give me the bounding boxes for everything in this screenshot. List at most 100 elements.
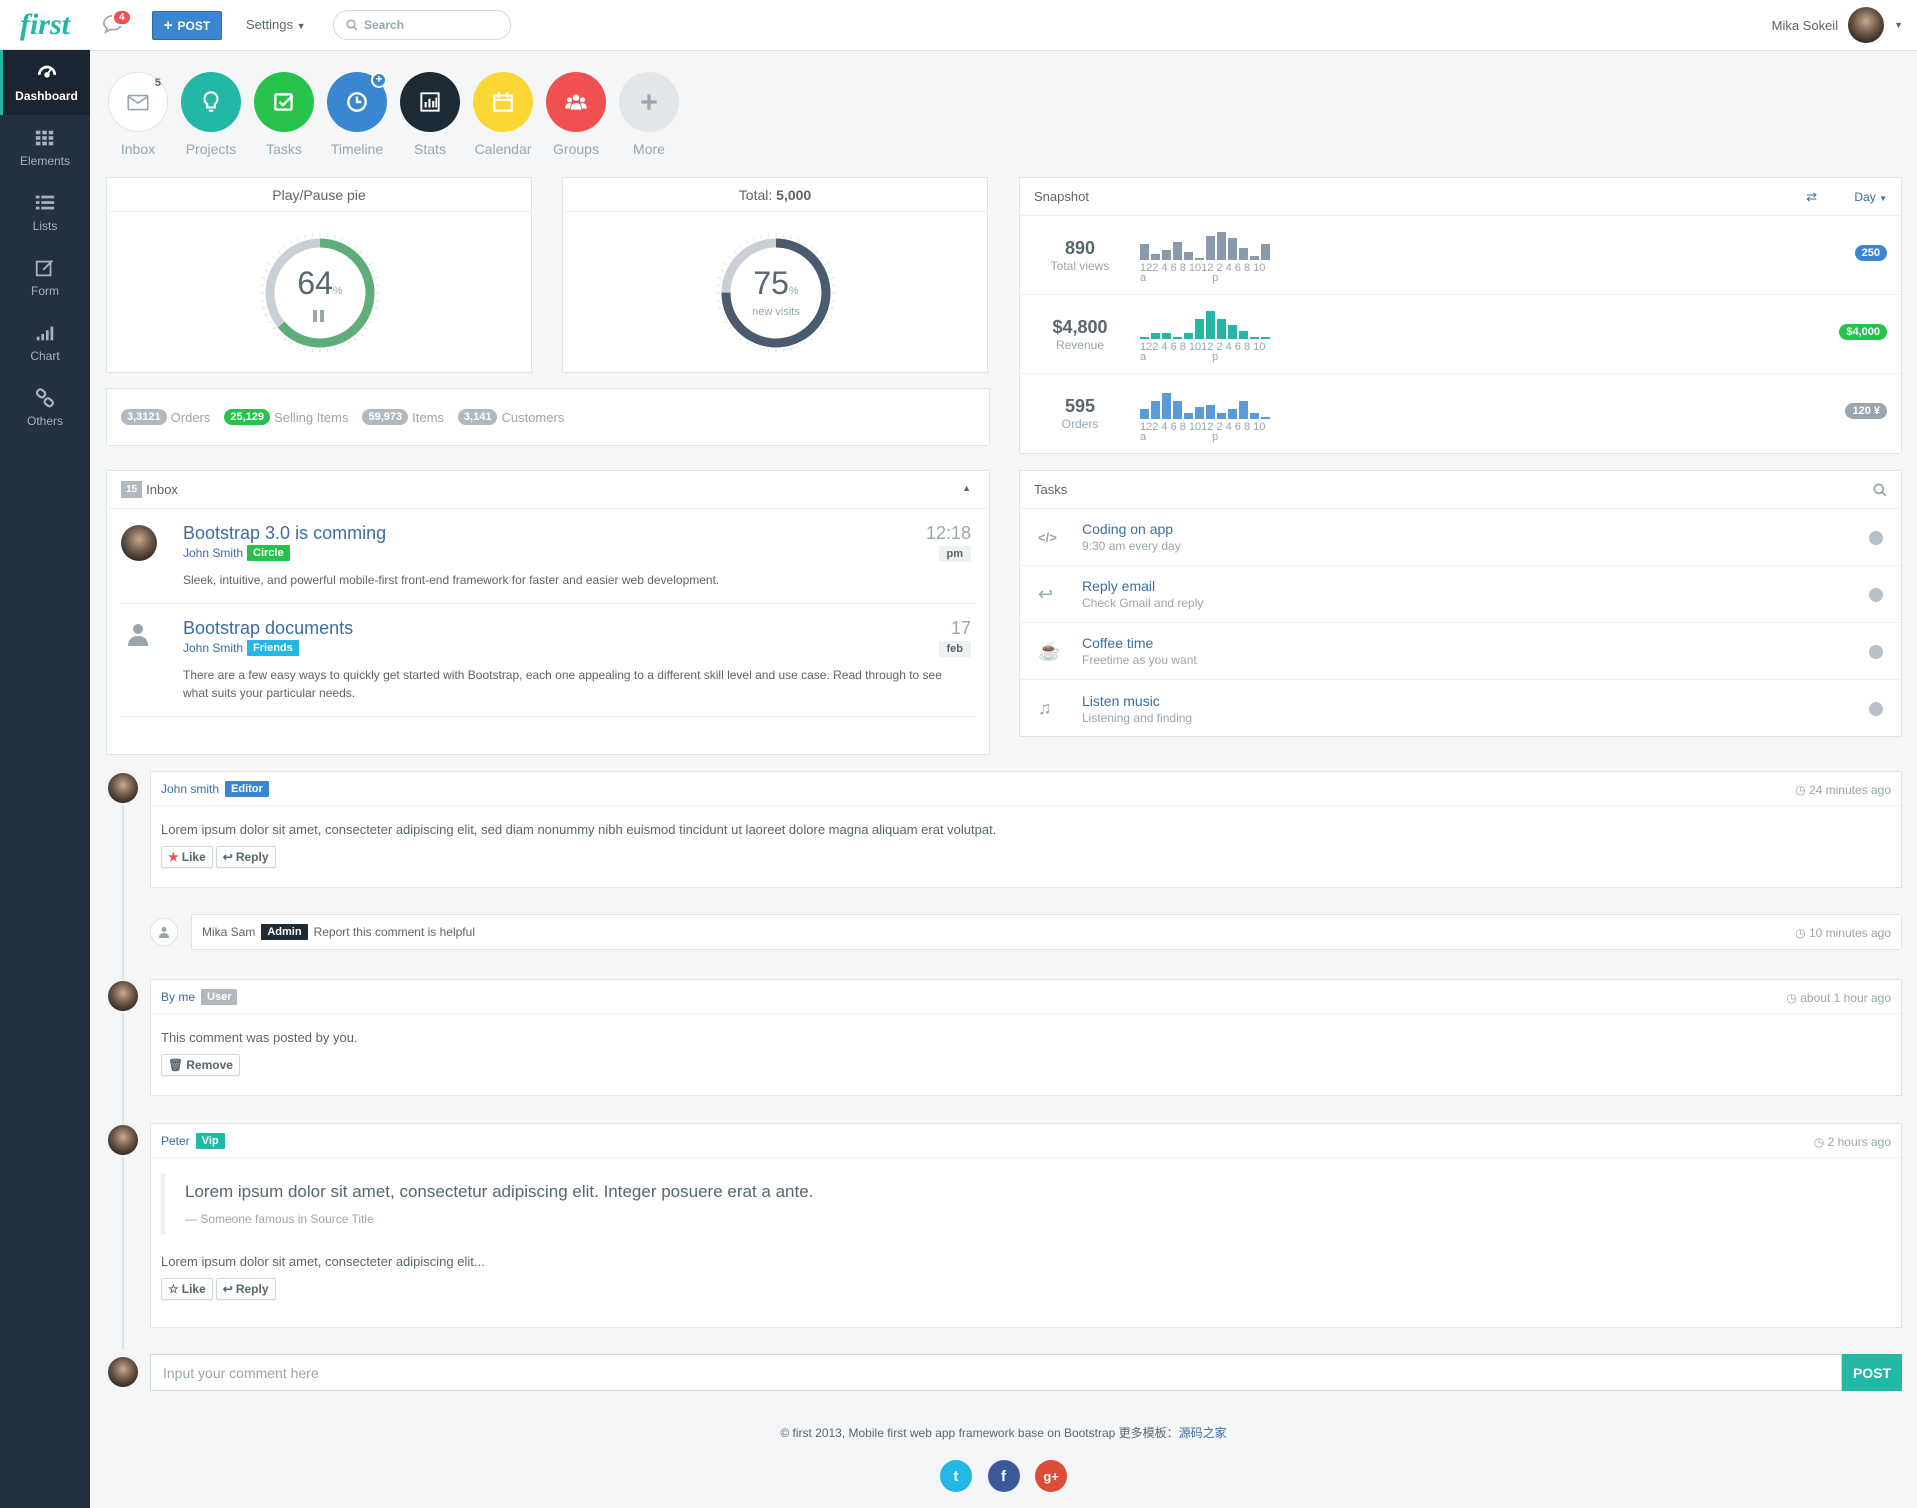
message-title[interactable]: Bootstrap 3.0 is comming bbox=[183, 523, 961, 544]
snapshot-metric: $4,800 Revenue bbox=[1020, 317, 1140, 352]
sidebar-item-others[interactable]: Others bbox=[0, 375, 90, 440]
pie-unit: % bbox=[332, 285, 343, 297]
comment-text: Report this comment is helpful bbox=[313, 925, 475, 939]
shortcut-tasks[interactable]: Tasks bbox=[254, 72, 314, 157]
panel-title: Inbox bbox=[146, 482, 178, 497]
message-time: 12:18 bbox=[925, 523, 971, 543]
pie-tick bbox=[796, 344, 800, 349]
group-icon bbox=[565, 94, 587, 110]
sparkline-bar bbox=[1140, 408, 1149, 419]
task-status-dot[interactable] bbox=[1869, 702, 1883, 716]
pie-tick bbox=[347, 240, 351, 245]
post-button-label: POST bbox=[177, 18, 211, 33]
metric-value: $4,800 bbox=[1052, 316, 1108, 337]
pie-tick bbox=[371, 313, 376, 317]
like-label: Like bbox=[181, 850, 206, 864]
comment-author[interactable]: Mika Sam bbox=[202, 925, 255, 939]
post-comment-button[interactable]: POST bbox=[1842, 1354, 1902, 1391]
facebook-icon[interactable]: f bbox=[987, 1460, 1020, 1492]
pause-icon[interactable] bbox=[313, 310, 327, 324]
pie-tick bbox=[803, 341, 807, 346]
avatar bbox=[1848, 7, 1885, 43]
search-placeholder: Search bbox=[364, 18, 405, 32]
task-title: Listen music bbox=[1082, 692, 1160, 709]
caret-down-icon: ▼ bbox=[1879, 194, 1887, 203]
like-button[interactable]: ☆ Like bbox=[161, 1278, 213, 1300]
sparkline-ticks: 122 4 6 8 1012 2 4 6 8 10 bbox=[1140, 262, 1266, 274]
reply-button[interactable]: ↩ Reply bbox=[215, 846, 276, 868]
sidebar-item-chart[interactable]: Chart bbox=[0, 310, 90, 375]
message-author[interactable]: John Smith bbox=[183, 546, 243, 560]
pie-tick bbox=[359, 332, 363, 336]
sidebar-item-lists[interactable]: Lists bbox=[0, 180, 90, 245]
shortcut-timeline[interactable]: + Timeline bbox=[327, 72, 387, 157]
list-item[interactable]: Bootstrap documents John Smith Friends Th… bbox=[121, 604, 975, 717]
pie-tick bbox=[334, 234, 337, 240]
shortcut-groups[interactable]: Groups bbox=[546, 72, 606, 157]
bar-chart-icon bbox=[420, 92, 440, 112]
task-item[interactable]: </> Coding on app 9:30 am every day bbox=[1020, 509, 1901, 566]
collapse-icon[interactable]: ▲ bbox=[962, 483, 971, 493]
shortcut-label: Tasks bbox=[266, 141, 302, 157]
search-input[interactable]: Search bbox=[333, 10, 511, 40]
sparkline-bar bbox=[1140, 244, 1149, 260]
task-item[interactable]: ♫ Listen music Listening and finding bbox=[1020, 680, 1901, 737]
reply-icon: ↩ bbox=[222, 850, 233, 864]
task-subtitle: 9:30 am every day bbox=[1082, 539, 1181, 553]
search-icon[interactable] bbox=[1873, 483, 1887, 497]
pie-tick bbox=[326, 233, 329, 238]
sidebar-item-label: Elements bbox=[19, 154, 71, 168]
sparkline-bar bbox=[1173, 242, 1182, 260]
stat-value: 25,129 bbox=[224, 409, 271, 425]
comment-form: Input your comment here POST bbox=[150, 1354, 1902, 1391]
shortcut-more[interactable]: More bbox=[619, 72, 679, 157]
sidebar-item-elements[interactable]: Elements bbox=[0, 115, 90, 180]
task-item[interactable]: ↩ Reply email Check Gmail and reply bbox=[1020, 566, 1901, 623]
footer-link[interactable]: 源码之家 bbox=[1179, 1426, 1227, 1440]
comment-author[interactable]: Peter bbox=[161, 1134, 190, 1148]
settings-dropdown[interactable]: Settings ▼ bbox=[246, 17, 306, 32]
shortcut-calendar[interactable]: Calendar bbox=[473, 72, 533, 157]
role-tag: User bbox=[201, 988, 238, 1005]
new-post-button[interactable]: + POST bbox=[152, 11, 222, 40]
comment-time-text: 10 minutes ago bbox=[1808, 926, 1891, 940]
comment-time: ◷ 24 minutes ago bbox=[1795, 783, 1891, 797]
twitter-icon[interactable]: t bbox=[939, 1460, 972, 1492]
pie-tick bbox=[752, 344, 756, 349]
pie-tick bbox=[739, 337, 743, 341]
shortcut-projects[interactable]: Projects bbox=[181, 72, 241, 157]
task-status-dot[interactable] bbox=[1869, 645, 1883, 659]
task-status-dot[interactable] bbox=[1869, 588, 1883, 602]
sparkline-bar bbox=[1217, 232, 1226, 260]
task-subtitle: Check Gmail and reply bbox=[1082, 596, 1204, 610]
shortcut-label: Projects bbox=[185, 141, 237, 157]
message-author[interactable]: John Smith bbox=[183, 641, 243, 655]
user-menu[interactable]: Mika Sokeil ▼ bbox=[1772, 7, 1903, 43]
sparkline-bar bbox=[1195, 319, 1204, 339]
reply-button[interactable]: ↩ Reply bbox=[215, 1278, 276, 1300]
task-item[interactable]: ☕ Coffee time Freetime as you want bbox=[1020, 623, 1901, 680]
topbar: 4 + POST Settings ▼ Search Mika Sokeil ▼ bbox=[90, 0, 1917, 51]
panel-title: Total: 5,000 bbox=[563, 178, 987, 212]
sparkline-bar bbox=[1239, 331, 1248, 339]
message-title[interactable]: Bootstrap documents bbox=[183, 618, 961, 639]
sparkline-bar bbox=[1250, 256, 1259, 260]
comment-author[interactable]: John smith bbox=[161, 782, 219, 796]
comment-time-text: about 1 hour ago bbox=[1800, 991, 1891, 1005]
refresh-icon[interactable]: ⇄ bbox=[1806, 189, 1817, 205]
period-dropdown[interactable]: Day ▼ bbox=[1854, 190, 1887, 204]
remove-button[interactable]: 🗑 Remove bbox=[161, 1054, 240, 1076]
reply-icon: ↩ bbox=[1038, 583, 1054, 604]
sidebar-item-dashboard[interactable]: Dashboard bbox=[0, 50, 90, 115]
brand-logo[interactable]: first bbox=[0, 0, 90, 50]
list-item[interactable]: Bootstrap 3.0 is comming John Smith Circl… bbox=[121, 509, 975, 604]
sidebar-item-form[interactable]: Form bbox=[0, 245, 90, 310]
like-button[interactable]: ★ Like bbox=[161, 846, 213, 868]
snapshot-badge: 250 bbox=[1854, 245, 1887, 261]
shortcut-stats[interactable]: Stats bbox=[400, 72, 460, 157]
comment-author[interactable]: By me bbox=[161, 990, 195, 1004]
comment-input[interactable]: Input your comment here bbox=[150, 1354, 1842, 1391]
google-plus-icon[interactable]: g+ bbox=[1035, 1460, 1068, 1492]
task-status-dot[interactable] bbox=[1869, 531, 1883, 545]
shortcut-inbox[interactable]: 5 Inbox bbox=[108, 72, 168, 157]
